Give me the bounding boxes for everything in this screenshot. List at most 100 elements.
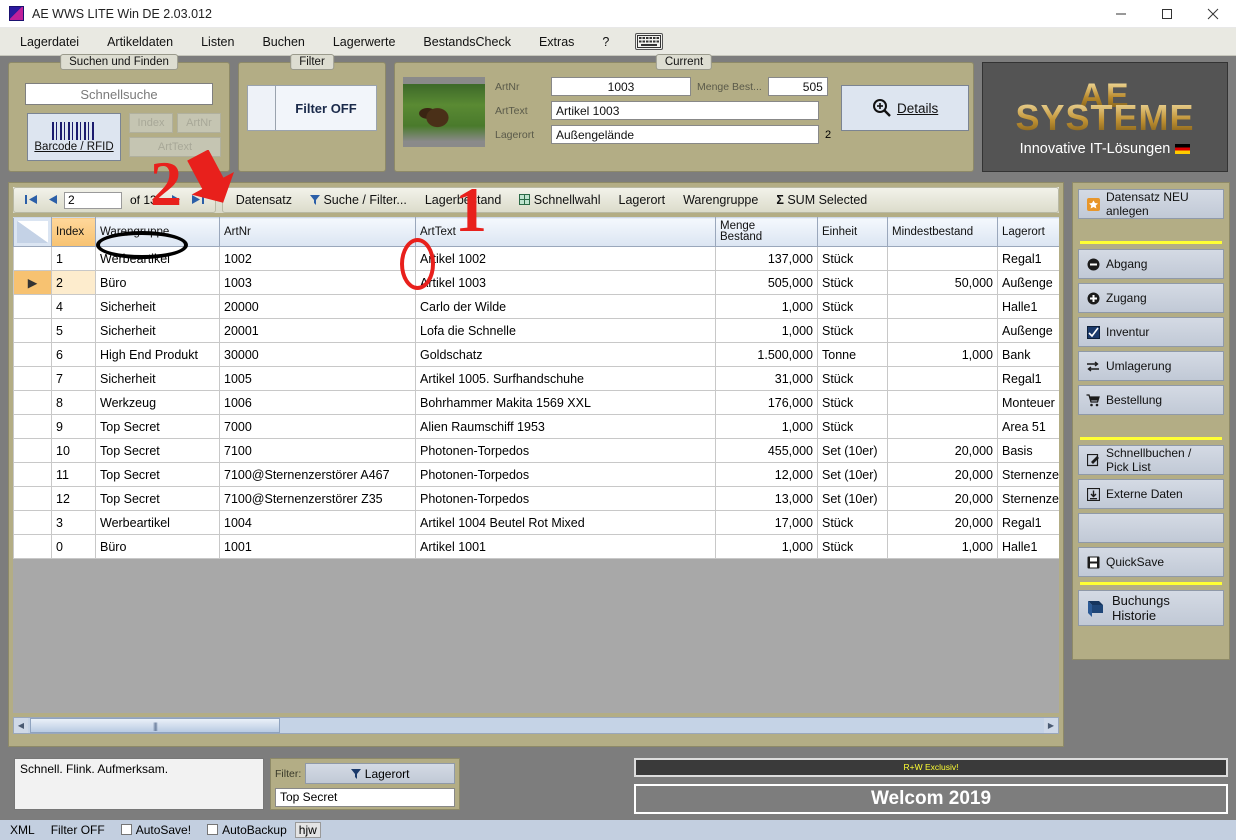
cell-menge-bestand[interactable]: 505,000 [715, 270, 818, 295]
table-row[interactable]: 7 Sicherheit 1005 Artikel 1005. Surfhandsch… [13, 366, 1059, 391]
cell-index[interactable]: 8 [51, 390, 96, 415]
cell-einheit[interactable]: Stück [817, 510, 888, 535]
cell-mindestbestand[interactable] [887, 390, 998, 415]
cell-menge-bestand[interactable]: 176,000 [715, 390, 818, 415]
cell-index[interactable]: 6 [51, 342, 96, 367]
umlagerung-button[interactable]: Umlagerung [1078, 351, 1224, 381]
cell-warengruppe[interactable]: Werbeartikel [95, 510, 220, 535]
cell-lagerort[interactable]: Area 51 [997, 414, 1059, 439]
row-marker[interactable] [13, 246, 52, 271]
scrollbar-track[interactable]: ||| [28, 718, 1044, 733]
action-lagerort[interactable]: Lagerort [610, 193, 675, 207]
cell-lagerort[interactable]: Halle1 [997, 534, 1059, 559]
cell-warengruppe[interactable]: Werkzeug [95, 390, 220, 415]
menu-item-lagerwerte[interactable]: Lagerwerte [319, 31, 410, 53]
cell-artnr[interactable]: 1006 [219, 390, 416, 415]
cell-artnr[interactable]: 1005 [219, 366, 416, 391]
autosave-checkbox[interactable]: AutoSave! [113, 823, 199, 837]
cell-arttext[interactable]: Lofa die Schnelle [415, 318, 716, 343]
next-record-icon[interactable] [165, 193, 186, 208]
cell-index[interactable]: 9 [51, 414, 96, 439]
row-marker[interactable] [13, 414, 52, 439]
cell-index[interactable]: 12 [51, 486, 96, 511]
cell-mindestbestand[interactable] [887, 246, 998, 271]
scroll-right-icon[interactable]: ▶ [1044, 721, 1058, 730]
cell-arttext[interactable]: Photonen-Torpedos [415, 438, 716, 463]
cell-arttext[interactable]: Alien Raumschiff 1953 [415, 414, 716, 439]
keyboard-icon[interactable] [635, 33, 664, 50]
cell-mindestbestand[interactable] [887, 366, 998, 391]
row-marker[interactable] [13, 486, 52, 511]
arttext-input[interactable]: Artikel 1003 [551, 101, 819, 120]
cell-mindestbestand[interactable] [887, 318, 998, 343]
cell-lagerort[interactable]: Monteuer [997, 390, 1059, 415]
schnellbuchen-button[interactable]: Schnellbuchen / Pick List [1078, 445, 1224, 475]
cell-warengruppe[interactable]: High End Produkt [95, 342, 220, 367]
cell-mindestbestand[interactable]: 1,000 [887, 342, 998, 367]
row-marker[interactable] [13, 342, 52, 367]
cell-arttext[interactable]: Artikel 1001 [415, 534, 716, 559]
cell-artnr[interactable]: 1003 [219, 270, 416, 295]
close-icon[interactable] [1190, 0, 1236, 28]
column-header-einheit[interactable]: Einheit [817, 217, 888, 247]
menu-item-lagerdatei[interactable]: Lagerdatei [6, 31, 93, 53]
row-marker[interactable] [13, 294, 52, 319]
memo-textarea[interactable]: Schnell. Flink. Aufmerksam. [14, 758, 264, 810]
cell-mindestbestand[interactable]: 20,000 [887, 486, 998, 511]
cell-lagerort[interactable]: Regal1 [997, 510, 1059, 535]
cell-mindestbestand[interactable]: 20,000 [887, 510, 998, 535]
cell-warengruppe[interactable]: Sicherheit [95, 294, 220, 319]
cell-arttext[interactable]: Artikel 1002 [415, 246, 716, 271]
cell-menge-bestand[interactable]: 1,000 [715, 318, 818, 343]
table-row[interactable]: 11 Top Secret 7100@Sternenzerstörer A467 Ph… [13, 462, 1059, 487]
autobackup-checkbox[interactable]: AutoBackup [199, 823, 295, 837]
filter-toggle-button[interactable]: Filter OFF [275, 85, 377, 131]
cell-menge-bestand[interactable]: 1.500,000 [715, 342, 818, 367]
cell-menge-bestand[interactable]: 1,000 [715, 414, 818, 439]
cell-warengruppe[interactable]: Top Secret [95, 486, 220, 511]
cell-einheit[interactable]: Tonne [817, 342, 888, 367]
cell-warengruppe[interactable]: Top Secret [95, 438, 220, 463]
menge-input[interactable]: 505 [767, 77, 828, 96]
cell-einheit[interactable]: Stück [817, 294, 888, 319]
menu-item-listen[interactable]: Listen [187, 31, 248, 53]
zugang-button[interactable]: Zugang [1078, 283, 1224, 313]
cell-arttext[interactable]: Artikel 1005. Surfhandschuhe [415, 366, 716, 391]
cell-artnr[interactable]: 30000 [219, 342, 416, 367]
buchungs-historie-button[interactable]: Buchungs Historie [1078, 590, 1224, 626]
table-row[interactable]: 5 Sicherheit 20001 Lofa die Schnelle 1,000 St… [13, 318, 1059, 343]
table-row[interactable]: ▶ 2 Büro 1003 Artikel 1003 505,000 Stück 50,000… [13, 270, 1059, 295]
menu-item-bestandscheck[interactable]: BestandsCheck [409, 31, 525, 53]
cell-menge-bestand[interactable]: 1,000 [715, 294, 818, 319]
cell-arttext[interactable]: Photonen-Torpedos [415, 462, 716, 487]
cell-einheit[interactable]: Stück [817, 390, 888, 415]
cell-einheit[interactable]: Stück [817, 534, 888, 559]
table-row[interactable]: 1 Werbeartikel 1002 Artikel 1002 137,000 Stüc… [13, 246, 1059, 271]
article-photo[interactable] [403, 77, 485, 147]
cell-index[interactable]: 5 [51, 318, 96, 343]
bottom-filter-value[interactable]: Top Secret [275, 788, 455, 807]
cell-artnr[interactable]: 7000 [219, 414, 416, 439]
table-row[interactable]: 10 Top Secret 7100 Photonen-Torpedos 455,000… [13, 438, 1059, 463]
menu-item-buchen[interactable]: Buchen [248, 31, 318, 53]
cell-index[interactable]: 3 [51, 510, 96, 535]
horizontal-scrollbar[interactable]: ◀ ||| ▶ [13, 717, 1059, 734]
cell-einheit[interactable]: Set (10er) [817, 462, 888, 487]
cell-artnr[interactable]: 1002 [219, 246, 416, 271]
cell-arttext[interactable]: Artikel 1004 Beutel Rot Mixed [415, 510, 716, 535]
cell-menge-bestand[interactable]: 1,000 [715, 534, 818, 559]
cell-index[interactable]: 2 [51, 270, 96, 295]
column-header-mindestbestand[interactable]: Mindestbestand [887, 217, 998, 247]
new-record-button[interactable]: Datensatz NEU anlegen [1078, 189, 1224, 219]
last-record-icon[interactable] [186, 193, 209, 208]
cell-lagerort[interactable]: Sternenze [997, 486, 1059, 511]
cell-warengruppe[interactable]: Werbeartikel [95, 246, 220, 271]
maximize-icon[interactable] [1144, 0, 1190, 28]
table-row[interactable]: 4 Sicherheit 20000 Carlo der Wilde 1,000 Stüc… [13, 294, 1059, 319]
row-marker[interactable] [13, 534, 52, 559]
row-marker[interactable] [13, 438, 52, 463]
row-marker[interactable] [13, 318, 52, 343]
cell-lagerort[interactable]: Sternenze [997, 462, 1059, 487]
cell-warengruppe[interactable]: Büro [95, 534, 220, 559]
row-marker[interactable] [13, 510, 52, 535]
